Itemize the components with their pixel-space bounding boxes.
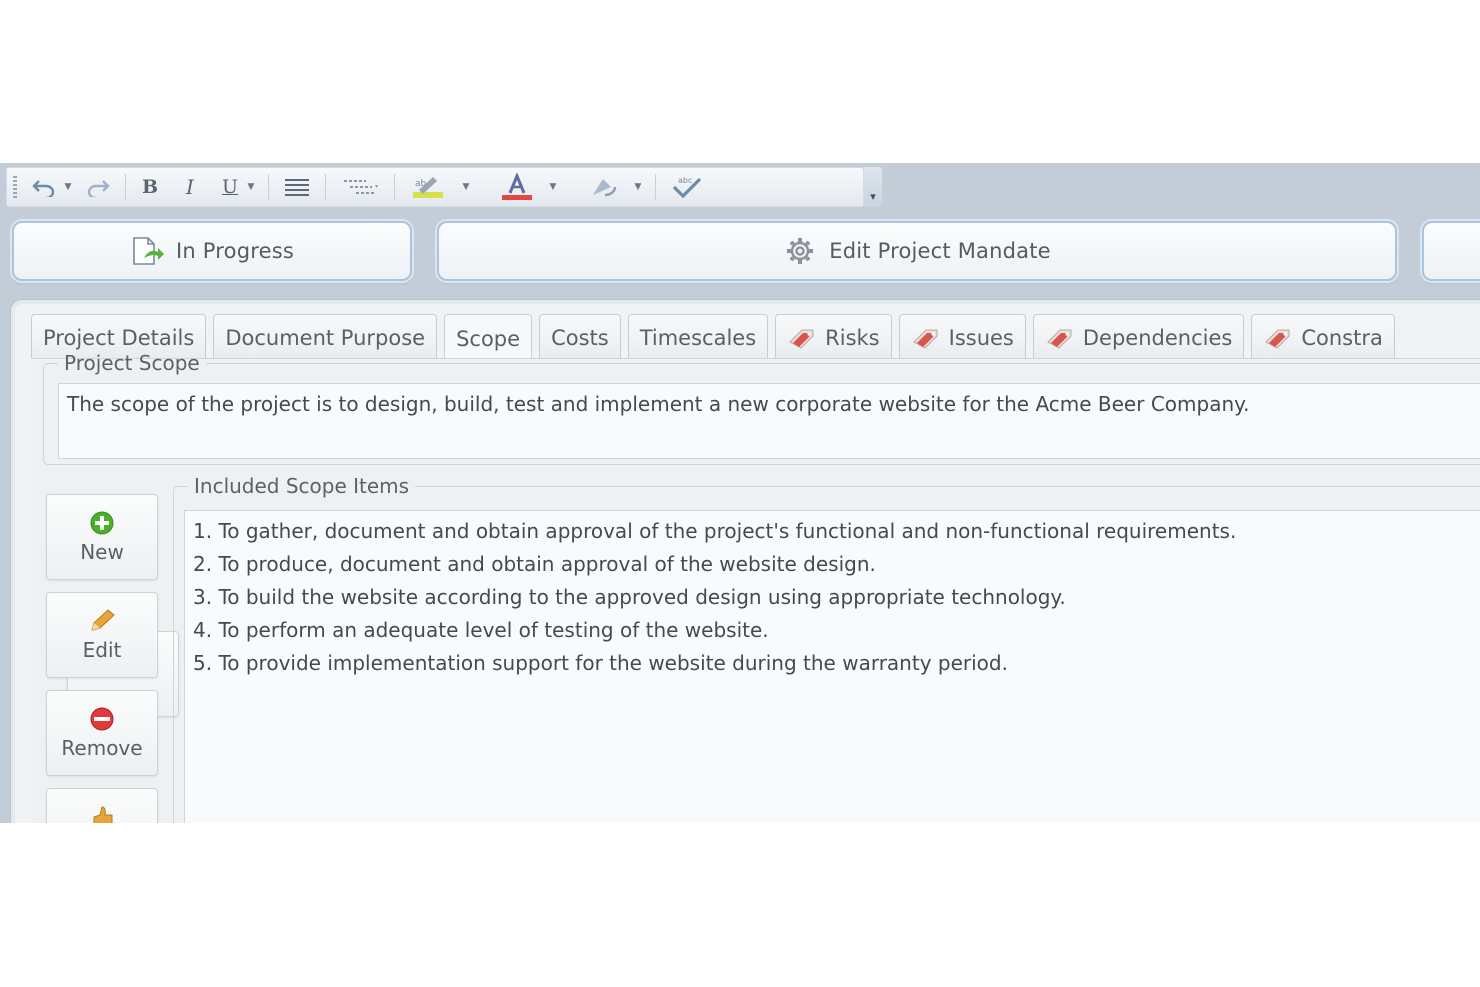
list-item[interactable]: 2. To produce, document and obtain appro… (193, 548, 1480, 581)
remove-icon (86, 706, 118, 732)
svg-text:abc: abc (678, 176, 692, 185)
toolbar-overflow-button[interactable]: ▾ (864, 167, 882, 207)
edit-project-mandate-label: Edit Project Mandate (829, 239, 1051, 263)
italic-button[interactable]: I (176, 172, 204, 202)
tag-icon (1263, 326, 1293, 350)
more-action-button[interactable] (1422, 221, 1480, 281)
tab-label: Scope (456, 326, 521, 351)
list-icon[interactable] (336, 172, 384, 202)
project-scope-text[interactable]: The scope of the project is to design, b… (58, 383, 1480, 459)
bold-button[interactable]: B (136, 172, 164, 202)
project-scope-group: Project Scope The scope of the project i… (43, 351, 1480, 465)
status-button[interactable]: In Progress (12, 221, 412, 281)
toolbar-grip[interactable] (13, 176, 17, 198)
remove-item-button[interactable]: Remove (46, 690, 158, 776)
included-scope-group: Included Scope Items 1. To gather, docum… (173, 474, 1480, 823)
tab-label: Risks (825, 325, 880, 350)
list-item[interactable]: 4. To perform an adequate level of testi… (193, 614, 1480, 647)
edit-button-label: Edit (82, 638, 122, 662)
list-item[interactable]: 5. To provide implementation support for… (193, 647, 1480, 680)
redo-icon[interactable] (81, 172, 115, 202)
tab-label: Costs (551, 325, 609, 350)
spellcheck-icon[interactable]: abc (666, 172, 708, 202)
app-window: ▼ B I U ▼ ab ▼ ▼ ▼ abc ▾ In Progress Edi… (0, 163, 1480, 823)
undo-dropdown-icon[interactable]: ▼ (61, 172, 75, 202)
undo-icon[interactable] (27, 172, 61, 202)
toolbar-separator (570, 174, 571, 200)
font-color-dropdown-icon[interactable]: ▼ (546, 172, 560, 202)
tab-label: Document Purpose (225, 325, 426, 350)
included-scope-list[interactable]: 1. To gather, document and obtain approv… (184, 510, 1480, 823)
formatting-toolbar: ▼ B I U ▼ ab ▼ ▼ ▼ abc (6, 167, 864, 207)
tag-icon (911, 326, 941, 350)
approve-item-button[interactable] (46, 788, 158, 823)
tab-label: Project Details (43, 325, 195, 350)
gear-icon (783, 236, 817, 266)
highlight-icon[interactable]: ab (405, 172, 451, 202)
new-button-label: New (80, 540, 124, 564)
edit-project-mandate-button[interactable]: Edit Project Mandate (437, 221, 1397, 281)
main-panel: Project Details Document Purpose Scope C… (10, 299, 1480, 823)
tab-label: Timescales (639, 325, 757, 350)
scope-tab-content: Project Scope The scope of the project i… (31, 351, 1480, 823)
tag-icon (787, 326, 817, 350)
style-dropdown-icon[interactable]: ▼ (631, 172, 645, 202)
toolbar-separator (655, 174, 656, 200)
toolbar-separator (125, 174, 126, 200)
project-scope-legend: Project Scope (64, 351, 200, 375)
toolbar-separator (325, 174, 326, 200)
included-scope-legend: Included Scope Items (194, 474, 410, 498)
status-label: In Progress (176, 239, 294, 263)
underline-dropdown-icon[interactable]: ▼ (244, 172, 258, 202)
highlight-dropdown-icon[interactable]: ▼ (459, 172, 473, 202)
edit-item-button[interactable]: Edit (46, 592, 158, 678)
toolbar-separator (268, 174, 269, 200)
document-progress-icon (130, 236, 164, 266)
list-item[interactable]: 1. To gather, document and obtain approv… (193, 515, 1480, 548)
underline-button[interactable]: U (216, 172, 244, 202)
tab-label: Constra (1301, 325, 1383, 350)
list-item[interactable]: 3. To build the website according to the… (193, 581, 1480, 614)
font-color-icon[interactable] (494, 172, 540, 202)
thumbs-up-icon (86, 803, 118, 823)
svg-text:ab: ab (415, 179, 427, 189)
tab-label: Issues (948, 325, 1014, 350)
style-icon[interactable] (581, 172, 625, 202)
toolbar-separator (394, 174, 395, 200)
new-item-button[interactable]: New (46, 494, 158, 580)
add-icon (86, 510, 118, 536)
pencil-icon (86, 608, 118, 634)
tab-label: Dependencies (1082, 325, 1233, 350)
toolbar-separator (483, 174, 484, 200)
align-icon[interactable] (279, 172, 315, 202)
remove-button-label: Remove (61, 736, 143, 760)
tag-icon (1045, 326, 1075, 350)
